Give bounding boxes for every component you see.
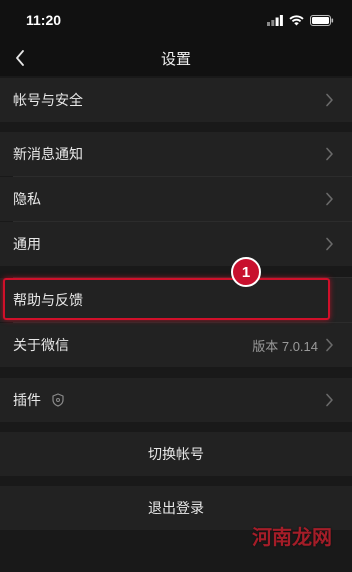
highlight-box xyxy=(3,278,330,320)
chevron-right-icon xyxy=(326,147,333,161)
watermark: 河南龙网 xyxy=(252,525,332,549)
settings-row-privacy[interactable]: 隐私 xyxy=(0,177,352,221)
chevron-right-icon xyxy=(326,237,333,251)
chevron-right-icon xyxy=(326,192,333,206)
row-label: 通用 xyxy=(13,237,41,253)
status-time: 11:20 xyxy=(26,12,62,28)
chevron-right-icon xyxy=(326,338,333,352)
status-bar: 11:20 xyxy=(0,0,352,40)
settings-row-account-security[interactable]: 帐号与安全 xyxy=(0,78,352,122)
wifi-icon xyxy=(289,14,304,25)
row-label: 帐号与安全 xyxy=(13,93,83,109)
nav-bar: 设置 xyxy=(0,40,352,76)
signal-icon xyxy=(267,14,283,26)
row-label: 插件 xyxy=(13,393,41,409)
row-label: 新消息通知 xyxy=(13,147,83,163)
chevron-right-icon xyxy=(326,93,333,107)
settings-row-new-message-notify[interactable]: 新消息通知 xyxy=(0,132,352,176)
battery-icon xyxy=(310,14,334,26)
settings-row-plugins[interactable]: 插件 xyxy=(0,378,352,422)
row-label: 隐私 xyxy=(13,192,41,208)
step-badge: 1 xyxy=(231,257,261,287)
page-title: 设置 xyxy=(160,50,191,68)
switch-account-button[interactable]: 切换帐号 xyxy=(0,432,352,476)
status-icons xyxy=(267,13,334,27)
row-label: 关于微信 xyxy=(13,338,69,354)
version-value: 版本 7.0.14 xyxy=(252,338,318,354)
settings-row-about-wechat[interactable]: 关于微信 版本 7.0.14 xyxy=(0,323,352,367)
shield-icon xyxy=(52,393,64,407)
settings-row-general[interactable]: 通用 xyxy=(0,222,352,266)
button-label: 退出登录 xyxy=(148,501,204,517)
chevron-right-icon xyxy=(326,393,333,407)
button-label: 切换帐号 xyxy=(148,447,204,463)
